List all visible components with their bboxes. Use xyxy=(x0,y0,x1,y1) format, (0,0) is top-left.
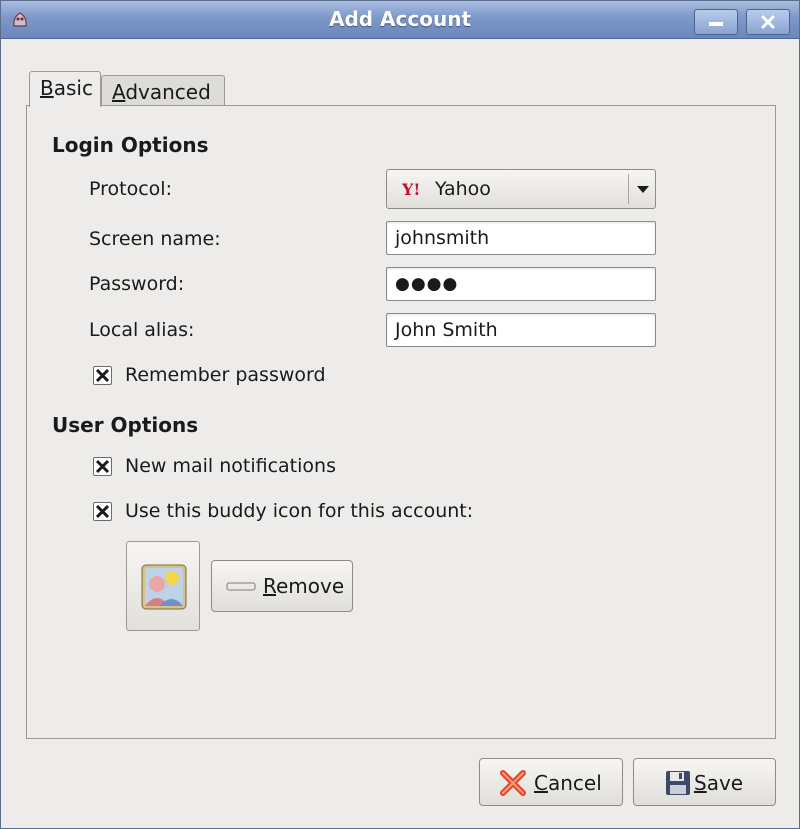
check-x-icon xyxy=(95,504,110,519)
protocol-dropdown[interactable]: Y! Yahoo xyxy=(386,169,656,209)
window-title: Add Account xyxy=(328,7,472,31)
cancel-label: Cancel xyxy=(534,771,602,795)
new-mail-label[interactable]: New mail notifications xyxy=(125,455,336,477)
screen-name-label: Screen name: xyxy=(89,228,221,250)
title-bar[interactable]: Add Account xyxy=(1,1,799,39)
password-label: Password: xyxy=(89,273,185,295)
local-alias-label: Local alias: xyxy=(89,319,195,341)
chevron-down-icon xyxy=(637,186,649,193)
save-button[interactable]: Save xyxy=(633,758,776,806)
buddy-avatar-icon xyxy=(141,564,187,610)
remember-password-label[interactable]: Remember password xyxy=(125,364,326,386)
tab-advanced[interactable]: Advanced xyxy=(101,75,225,106)
dropdown-separator xyxy=(628,174,629,204)
tab-advanced-label: Advanced xyxy=(112,80,211,104)
protocol-label: Protocol: xyxy=(89,178,172,200)
remove-label: Remove xyxy=(263,574,345,598)
cancel-x-icon xyxy=(500,770,526,796)
new-mail-checkbox[interactable] xyxy=(93,457,112,476)
check-x-icon xyxy=(95,368,110,383)
minus-icon xyxy=(226,582,256,591)
cancel-button[interactable]: Cancel xyxy=(479,758,623,806)
close-button[interactable] xyxy=(746,9,790,35)
user-options-heading: User Options xyxy=(52,413,199,437)
svg-text:Y!: Y! xyxy=(402,180,420,198)
protocol-value: Yahoo xyxy=(435,178,491,200)
minimize-button[interactable] xyxy=(694,9,738,35)
yahoo-icon: Y! xyxy=(402,180,420,198)
buddy-icon-checkbox[interactable] xyxy=(93,502,112,521)
minimize-icon xyxy=(709,22,723,26)
password-field[interactable]: ●●●● xyxy=(386,267,656,301)
remember-password-checkbox[interactable] xyxy=(93,366,112,385)
screen-name-field[interactable]: johnsmith xyxy=(386,221,656,255)
add-account-dialog: Add Account Basic Advanced Login Options… xyxy=(0,0,800,829)
buddy-icon-button[interactable] xyxy=(126,541,200,631)
remove-button[interactable]: Remove xyxy=(211,560,353,612)
floppy-disk-icon xyxy=(666,771,690,795)
local-alias-field[interactable]: John Smith xyxy=(386,313,656,347)
save-label: Save xyxy=(694,771,744,795)
close-icon xyxy=(761,15,775,29)
login-options-heading: Login Options xyxy=(52,133,209,157)
tab-basic-label: Basic xyxy=(40,76,93,100)
buddy-icon-label[interactable]: Use this buddy icon for this account: xyxy=(125,500,473,522)
check-x-icon xyxy=(95,459,110,474)
tab-basic[interactable]: Basic xyxy=(29,71,101,107)
